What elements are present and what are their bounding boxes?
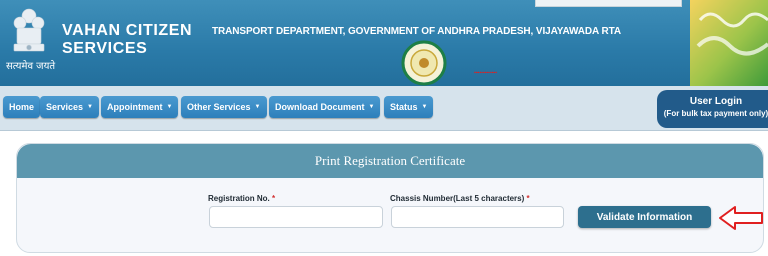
user-login-title: User Login bbox=[689, 96, 743, 107]
site-header: सत्यमेव जयते VAHAN CITIZEN SERVICES TRAN… bbox=[0, 0, 768, 86]
nav-status[interactable]: Status ▼ bbox=[384, 96, 434, 118]
department-banner: TRANSPORT DEPARTMENT, GOVERNMENT OF ANDH… bbox=[212, 26, 621, 37]
print-rc-panel: Print Registration Certificate Registrat… bbox=[16, 143, 764, 253]
national-emblem-icon bbox=[13, 8, 45, 52]
site-title-line2: SERVICES bbox=[62, 40, 148, 57]
site-title[interactable]: VAHAN CITIZEN SERVICES bbox=[62, 22, 192, 58]
panel-title: Print Registration Certificate bbox=[17, 144, 763, 178]
chevron-down-icon: ▼ bbox=[166, 104, 173, 110]
red-arrow-icon bbox=[719, 206, 763, 230]
emblem-caption: सत्यमेव जयते bbox=[6, 61, 56, 72]
registration-no-label: Registration No. * bbox=[208, 194, 275, 203]
nav-services[interactable]: Services ▼ bbox=[40, 96, 99, 118]
vahan-logo-icon bbox=[690, 0, 768, 86]
state-seal-icon bbox=[401, 40, 447, 86]
nav-services-label: Services bbox=[46, 102, 84, 112]
chevron-down-icon: ▼ bbox=[254, 104, 261, 110]
site-title-line1: VAHAN CITIZEN bbox=[62, 22, 193, 39]
required-marker: * bbox=[526, 194, 530, 203]
nav-status-label: Status bbox=[390, 102, 418, 112]
nav-other-services[interactable]: Other Services ▼ bbox=[181, 96, 267, 118]
registration-no-label-text: Registration No. bbox=[208, 194, 270, 203]
chevron-down-icon: ▼ bbox=[87, 104, 93, 110]
main-nav: Home Services ▼ Appointment ▼ Other Serv… bbox=[0, 86, 768, 131]
chassis-number-input[interactable] bbox=[391, 206, 564, 228]
chevron-down-icon: ▼ bbox=[368, 104, 375, 110]
top-search-box[interactable] bbox=[535, 0, 682, 7]
nav-appointment-label: Appointment bbox=[107, 102, 163, 112]
nav-home[interactable]: Home bbox=[3, 96, 41, 118]
chassis-number-label: Chassis Number(Last 5 characters) * bbox=[390, 194, 530, 203]
nav-appointment[interactable]: Appointment ▼ bbox=[101, 96, 179, 118]
validate-information-button[interactable]: Validate Information bbox=[578, 206, 711, 228]
decorative-text: ▪▪▪▪▪▪▪▪▪▪▪▪▪ bbox=[474, 70, 498, 76]
nav-download-document[interactable]: Download Document ▼ bbox=[269, 96, 381, 118]
user-login-subtitle: (For bulk tax payment only) bbox=[663, 109, 768, 118]
chassis-number-label-text: Chassis Number(Last 5 characters) bbox=[390, 194, 525, 203]
chevron-down-icon: ▼ bbox=[421, 104, 428, 110]
nav-home-label: Home bbox=[9, 102, 35, 112]
user-login-button[interactable]: User Login (For bulk tax payment only) bbox=[657, 90, 768, 128]
required-marker: * bbox=[272, 194, 276, 203]
registration-no-input[interactable] bbox=[209, 206, 383, 228]
nav-other-services-label: Other Services bbox=[187, 102, 251, 112]
nav-download-document-label: Download Document bbox=[275, 102, 365, 112]
